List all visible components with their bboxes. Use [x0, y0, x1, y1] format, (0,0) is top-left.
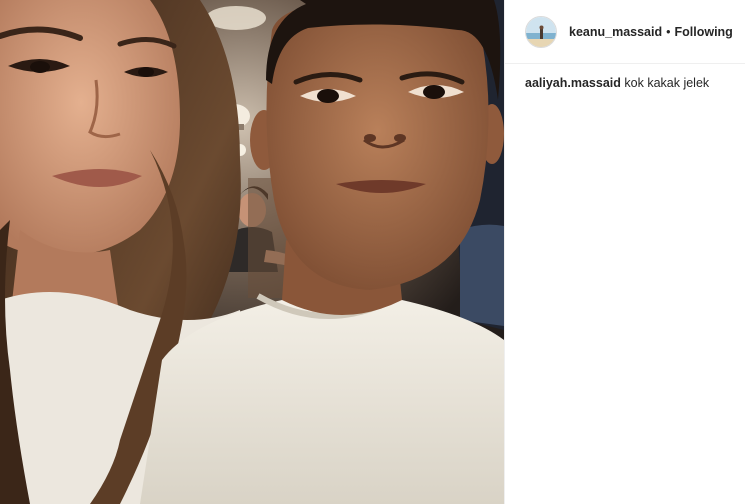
post-header: keanu_massaid • Following	[505, 0, 745, 64]
profile-avatar-beach-icon	[526, 16, 556, 47]
header-text: keanu_massaid • Following	[569, 25, 733, 39]
comment-item: aaliyah.massaid kok kakak jelek	[525, 75, 725, 92]
author-avatar[interactable]	[525, 15, 557, 48]
following-button[interactable]: Following	[675, 25, 733, 39]
instagram-post: keanu_massaid • Following aaliyah.massai…	[0, 0, 745, 504]
header-separator: •	[666, 24, 671, 39]
author-username-link[interactable]: keanu_massaid	[569, 25, 662, 39]
selfie-photo-illustration	[0, 0, 504, 504]
post-photo[interactable]	[0, 0, 504, 504]
post-sidebar: keanu_massaid • Following aaliyah.massai…	[504, 0, 745, 504]
comment-username-link[interactable]: aaliyah.massaid	[525, 76, 621, 90]
comments-list: aaliyah.massaid kok kakak jelek	[505, 64, 745, 92]
comment-text: kok kakak jelek	[624, 76, 710, 90]
